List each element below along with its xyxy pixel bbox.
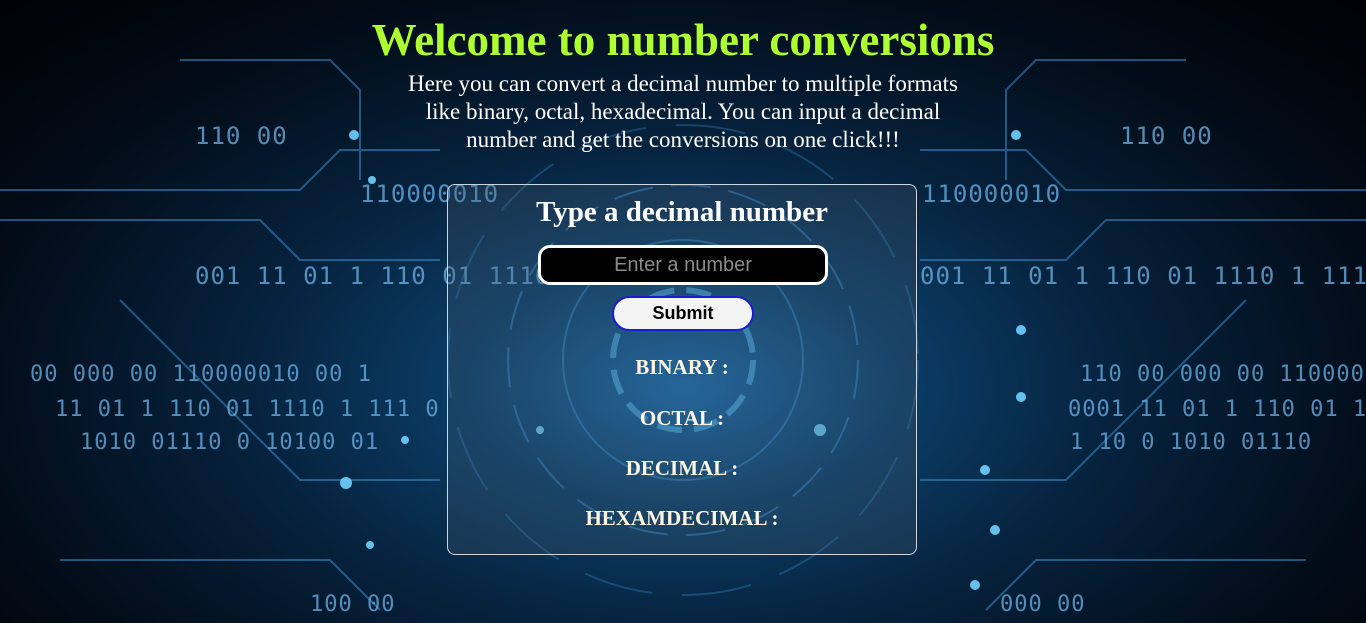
card-heading: Type a decimal number <box>536 196 828 228</box>
hexadecimal-result: HEXAMDECIMAL : <box>585 506 779 530</box>
binary-text: 1 10 0 1010 01110 <box>1070 430 1313 455</box>
page-title: Welcome to number conversions <box>371 15 995 65</box>
binary-text: 11 01 1 110 01 1110 1 111 0 <box>55 397 440 422</box>
binary-text: 0001 11 01 1 110 01 111 <box>1068 397 1366 422</box>
binary-text: 110 00 <box>1120 122 1213 150</box>
decimal-result: DECIMAL : <box>625 456 739 480</box>
binary-text: 110000010 <box>922 180 1062 208</box>
page-description: Here you can convert a decimal number to… <box>408 71 958 152</box>
binary-result: BINARY : <box>635 355 729 379</box>
binary-text: 000 00 <box>1000 592 1086 617</box>
decimal-number-input[interactable] <box>538 245 828 285</box>
octal-result: OCTAL : <box>639 406 725 430</box>
binary-text: 001 11 01 1 110 01 1110 1 111 0 <box>920 262 1366 290</box>
binary-text: 00 000 00 110000010 00 1 <box>30 362 372 387</box>
submit-button[interactable]: Submit <box>612 296 754 331</box>
binary-text: 100 00 <box>310 592 396 617</box>
binary-text: 1010 01110 0 10100 01 <box>80 430 380 455</box>
binary-text: 110 00 000 00 110000010 <box>1080 362 1366 387</box>
binary-text: 110 00 <box>195 122 288 150</box>
conversion-card: Type a decimal number Submit BINARY : OC… <box>447 184 917 555</box>
